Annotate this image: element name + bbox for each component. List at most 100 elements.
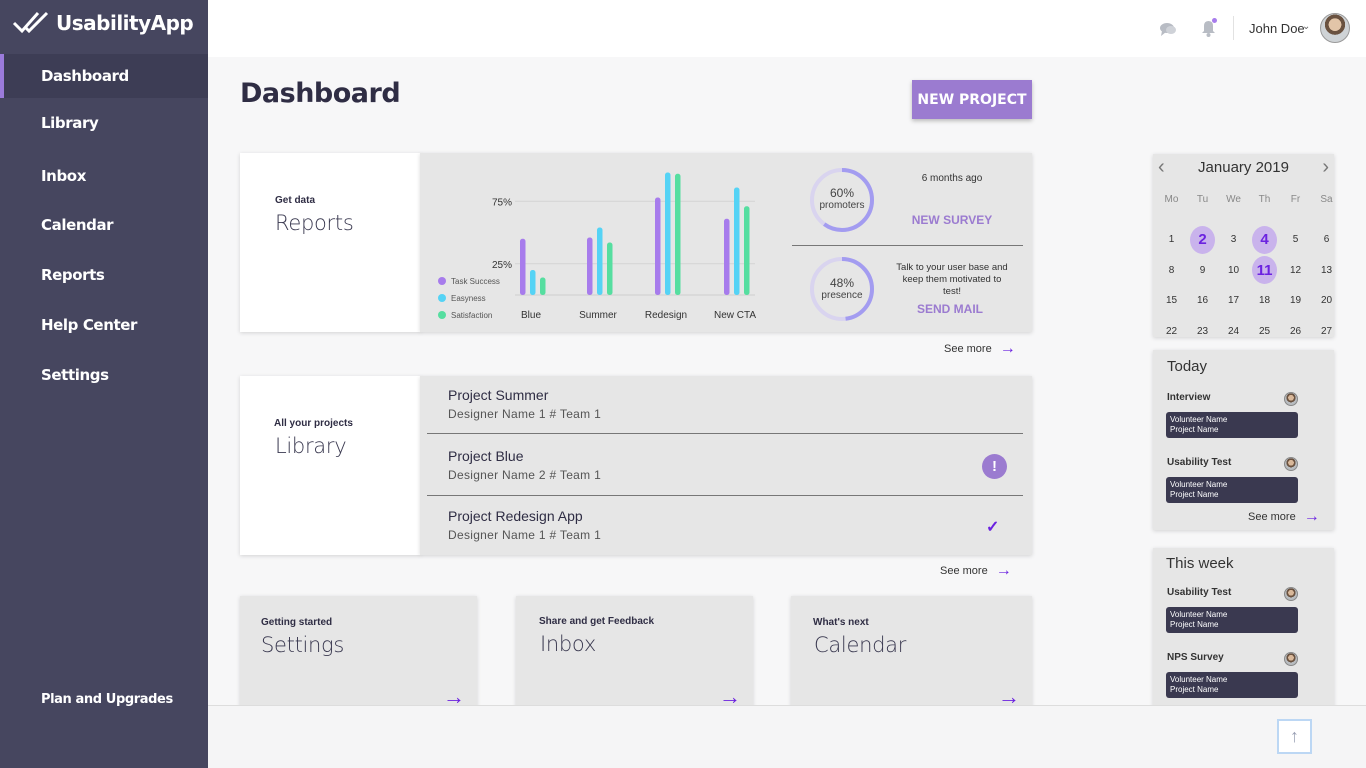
chart-bar [540, 277, 546, 295]
see-more-label: See more [940, 565, 988, 577]
x-tick-label: Redesign [645, 310, 687, 321]
legend-dot [438, 294, 446, 302]
legend-label: Easyness [451, 294, 486, 303]
sidebar-item-help-center[interactable]: Help Center [0, 303, 208, 347]
weekday-label: We [1226, 194, 1241, 205]
chart-bar [597, 227, 603, 295]
sidebar-item-settings[interactable]: Settings [0, 353, 208, 397]
y-tick-label: 25% [492, 260, 512, 271]
calendar-day[interactable]: 24 [1221, 316, 1246, 347]
avatar[interactable] [1320, 13, 1350, 43]
today-see-more[interactable]: See more → [1248, 508, 1320, 526]
chart-bar [530, 270, 536, 295]
chevron-down-icon[interactable]: ⌄ [1302, 21, 1310, 32]
calendar-day[interactable]: 19 [1283, 286, 1308, 317]
survey-time: 6 months ago [921, 173, 983, 184]
list-item[interactable]: Project Summer Designer Name 1 # Team 1 [448, 387, 601, 421]
calendar-day[interactable]: 1 [1159, 225, 1184, 256]
x-tick-label: Blue [521, 310, 541, 321]
sidebar-item-plan-upgrades[interactable]: Plan and Upgrades [0, 677, 208, 721]
event-title: Usability Test [1167, 587, 1232, 598]
calendar-day[interactable]: 23 [1190, 316, 1215, 347]
weekday-label: Fr [1290, 194, 1301, 205]
event-card[interactable]: Volunteer Name Project Name [1166, 412, 1298, 438]
calendar-grid: Mo Tu We Th Fr Sa 1 2 3 4 5 6 8 9 10 11 12 13 15 16 17 18 19 20… [1159, 194, 1339, 347]
event-card[interactable]: Volunteer Name Project Name [1166, 607, 1298, 633]
calendar-day[interactable]: 20 [1314, 286, 1339, 317]
calendar-day[interactable]: 6 [1314, 225, 1339, 256]
avatar [1284, 587, 1298, 601]
calendar-day-label: 12 [1289, 264, 1302, 276]
library-card[interactable]: All your projects Library [240, 376, 421, 555]
new-project-button[interactable]: NEW PROJECT [912, 80, 1032, 119]
avatar [1284, 652, 1298, 666]
weekday-label: Sa [1320, 194, 1333, 205]
list-item[interactable]: Project Redesign App Designer Name 1 # T… [448, 508, 601, 542]
reports-card[interactable]: Get data Reports [240, 153, 421, 332]
calendar-day-label: 6 [1323, 234, 1330, 246]
see-more-label: See more [1248, 511, 1296, 523]
card-subtitle: Getting started [261, 617, 333, 628]
calendar-day[interactable]: 8 [1159, 255, 1184, 286]
calendar-day[interactable]: 2 [1190, 225, 1215, 256]
volunteer-name: Volunteer Name [1170, 480, 1228, 489]
event-title: NPS Survey [1167, 652, 1224, 663]
calendar-day-label: 16 [1196, 295, 1209, 307]
user-name[interactable]: John Doe [1249, 21, 1305, 36]
sidebar: UsabilityApp Dashboard Library Inbox Cal… [0, 0, 208, 768]
chart-bar [724, 218, 730, 295]
calendar-day[interactable]: 16 [1190, 286, 1215, 317]
calendar-day[interactable]: 22 [1159, 316, 1184, 347]
chart-bar [734, 187, 740, 295]
alert-icon[interactable]: ! [982, 454, 1007, 479]
new-survey-link[interactable]: NEW SURVEY [892, 213, 1012, 227]
reports-see-more[interactable]: See more → [944, 340, 1016, 358]
calendar-day-label: 26 [1289, 325, 1302, 337]
bell-icon[interactable] [1200, 17, 1218, 37]
double-check-icon [12, 11, 49, 34]
app-name: UsabilityApp [56, 11, 194, 35]
arrow-right-icon: → [1303, 508, 1320, 525]
card-title: Calendar [814, 633, 907, 657]
calendar-day[interactable]: 18 [1252, 286, 1277, 317]
calendar-day[interactable]: 27 [1314, 316, 1339, 347]
calendar-day[interactable]: 9 [1190, 255, 1215, 286]
chevron-right-icon[interactable]: › [1322, 156, 1329, 179]
scroll-top-button[interactable]: ↑ [1277, 719, 1312, 754]
library-see-more[interactable]: See more → [940, 562, 1012, 580]
calendar-day[interactable]: 10 [1221, 255, 1246, 286]
legend-dot [438, 311, 446, 319]
page-title: Dashboard [240, 78, 401, 109]
calendar-day[interactable]: 15 [1159, 286, 1184, 317]
calendar-day[interactable]: 25 [1252, 316, 1277, 347]
event-card[interactable]: Volunteer Name Project Name [1166, 672, 1298, 698]
sidebar-item-inbox[interactable]: Inbox [0, 154, 208, 198]
calendar-day[interactable]: 5 [1283, 225, 1308, 256]
sidebar-item-calendar[interactable]: Calendar [0, 203, 208, 247]
project-subtitle: Designer Name 1 # Team 1 [448, 407, 602, 421]
app-logo[interactable]: UsabilityApp [12, 10, 194, 36]
list-item[interactable]: Project Blue Designer Name 2 # Team 1 [448, 448, 601, 482]
sidebar-item-dashboard[interactable]: Dashboard [0, 54, 208, 98]
settings-card[interactable]: Getting started Settings → [240, 596, 477, 711]
sidebar-item-library[interactable]: Library [0, 101, 208, 145]
weekday-label: Tu [1196, 194, 1209, 205]
inbox-card[interactable]: Share and get Feedback Inbox → [516, 596, 753, 711]
chat-icon[interactable] [1159, 21, 1177, 37]
chart-bar [655, 197, 661, 295]
calendar-day[interactable]: 4 [1252, 225, 1277, 256]
calendar-day[interactable]: 17 [1221, 286, 1246, 317]
chart-bar [587, 237, 593, 295]
calendar-card[interactable]: What's next Calendar → [791, 596, 1032, 711]
calendar-day[interactable]: 13 [1314, 255, 1339, 286]
topbar-divider [1233, 16, 1234, 40]
card-title: Settings [261, 633, 345, 657]
sidebar-item-reports[interactable]: Reports [0, 253, 208, 297]
event-card[interactable]: Volunteer Name Project Name [1166, 477, 1298, 503]
calendar-day[interactable]: 12 [1283, 255, 1308, 286]
calendar-day[interactable]: 11 [1252, 255, 1277, 286]
send-mail-link[interactable]: SEND MAIL [892, 302, 1008, 316]
calendar-day-label: 24 [1227, 325, 1240, 337]
calendar-day[interactable]: 3 [1221, 225, 1246, 256]
calendar-day[interactable]: 26 [1283, 316, 1308, 347]
